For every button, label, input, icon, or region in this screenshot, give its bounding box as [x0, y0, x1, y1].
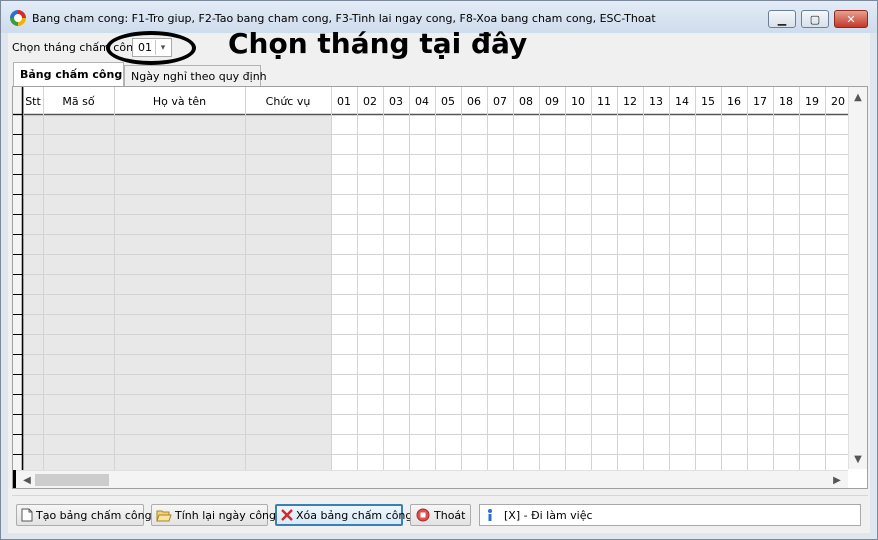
annotation-ellipse — [106, 31, 196, 65]
column-header[interactable]: 03 — [383, 95, 409, 108]
horizontal-scrollbar[interactable]: ◀ ▶ — [16, 470, 848, 488]
app-logo-icon — [10, 10, 26, 26]
legend-info-box: [X] - Đi làm việc — [479, 504, 861, 526]
timesheet-grid[interactable]: Stt Mã số Họ và tên Chức vụ 01 02 03 04 05 06 07 08… — [12, 86, 868, 489]
main-window: Bang cham cong: F1-Tro giup, F2-Tao bang… — [0, 0, 878, 540]
tab-holidays-label: Ngày nghỉ theo quy định — [131, 69, 267, 83]
column-header[interactable]: 02 — [357, 95, 383, 108]
exit-label: Thoát — [434, 508, 466, 522]
column-header[interactable]: 19 — [799, 95, 825, 108]
column-header[interactable]: 13 — [643, 95, 669, 108]
close-button[interactable]: ✕ — [834, 10, 868, 28]
column-header[interactable]: 06 — [461, 95, 487, 108]
column-header[interactable]: Stt — [23, 95, 43, 108]
column-header[interactable]: 08 — [513, 95, 539, 108]
info-icon — [484, 508, 500, 522]
column-header[interactable]: 01 — [331, 95, 357, 108]
new-document-icon — [21, 508, 33, 522]
column-header[interactable]: 10 — [565, 95, 591, 108]
delete-timesheet-button[interactable]: Xóa bảng chấm công — [275, 504, 412, 526]
column-header[interactable]: 07 — [487, 95, 513, 108]
column-header[interactable]: 18 — [773, 95, 799, 108]
column-header[interactable]: 17 — [747, 95, 773, 108]
column-header[interactable]: 15 — [695, 95, 721, 108]
grid-lines — [13, 87, 848, 470]
delete-x-icon — [281, 508, 293, 522]
scroll-up-icon[interactable]: ▲ — [849, 88, 867, 106]
stop-icon — [415, 508, 431, 522]
open-folder-icon — [156, 508, 172, 522]
legend-text: [X] - Đi làm việc — [504, 508, 593, 522]
create-timesheet-button[interactable]: Tạo bảng chấm công — [16, 504, 152, 526]
minimize-icon: ▁ — [777, 12, 787, 26]
delete-timesheet-label: Xóa bảng chấm công — [296, 508, 413, 522]
row-indicator-column — [13, 87, 23, 470]
recalc-days-button[interactable]: Tính lại ngày công — [151, 504, 276, 526]
maximize-button[interactable]: ▢ — [801, 10, 829, 28]
window-title: Bang cham cong: F1-Tro giup, F2-Tao bang… — [32, 12, 656, 25]
horizontal-scroll-thumb[interactable] — [35, 474, 109, 486]
tab-timesheet-label: Bảng chấm công — [20, 68, 123, 81]
tab-holidays[interactable]: Ngày nghỉ theo quy định — [124, 65, 267, 86]
column-header[interactable]: 12 — [617, 95, 643, 108]
minimize-button[interactable]: ▁ — [768, 10, 796, 28]
column-header[interactable]: 05 — [435, 95, 461, 108]
column-header[interactable]: 11 — [591, 95, 617, 108]
annotation-text: Chọn tháng tại đây — [228, 27, 528, 60]
action-bar: Tạo bảng chấm công Tính lại ngày công Xó… — [12, 495, 868, 527]
column-header[interactable]: 09 — [539, 95, 565, 108]
create-timesheet-label: Tạo bảng chấm công — [36, 508, 152, 522]
close-icon: ✕ — [846, 12, 856, 26]
vertical-scrollbar[interactable]: ▲ ▼ — [848, 87, 867, 469]
recalc-days-label: Tính lại ngày công — [175, 508, 276, 522]
scroll-right-icon[interactable]: ▶ — [829, 471, 845, 488]
column-header[interactable]: Họ và tên — [114, 95, 245, 108]
column-header[interactable]: Mã số — [43, 95, 114, 108]
scroll-left-icon[interactable]: ◀ — [19, 471, 35, 488]
scroll-down-icon[interactable]: ▼ — [849, 450, 867, 468]
column-header[interactable]: 04 — [409, 95, 435, 108]
tab-timesheet[interactable]: Bảng chấm công — [13, 62, 124, 86]
fixed-columns-shading — [23, 114, 331, 470]
column-header[interactable]: 16 — [721, 95, 747, 108]
column-header[interactable]: 14 — [669, 95, 695, 108]
exit-button[interactable]: Thoát — [410, 504, 471, 526]
client-area: Chọn tháng chấm công: 01 ▾ Chọn tháng tạ… — [8, 27, 870, 533]
maximize-icon: ▢ — [809, 12, 821, 26]
column-header[interactable]: Chức vụ — [245, 95, 331, 108]
